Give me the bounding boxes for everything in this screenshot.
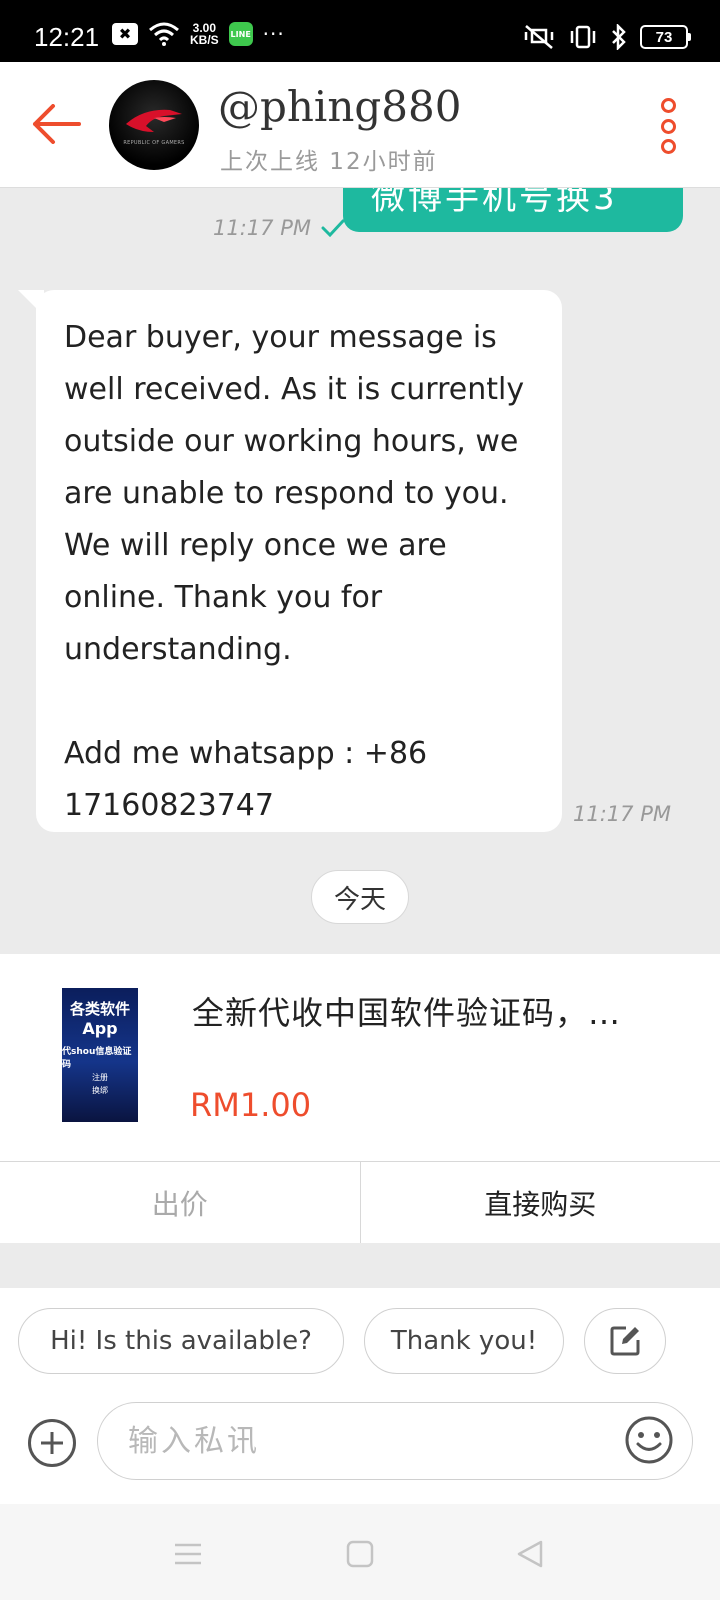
home-button[interactable] [344, 1538, 376, 1570]
product-image-line3: 代shou信息验证码 [62, 1047, 132, 1070]
battery-icon: 73 [640, 25, 691, 49]
chat-messages[interactable]: 微博手机号换3 11:17 PM Dear buyer, your messag… [0, 188, 720, 954]
vibrate-icon [570, 25, 596, 49]
last-seen-status: 上次上线 12小时前 [220, 149, 438, 175]
product-image-line5: 换绑 [92, 1086, 108, 1095]
rog-logo-icon [126, 109, 182, 132]
status-time: 12:21 [34, 22, 100, 52]
more-options-button[interactable] [656, 98, 680, 154]
product-image-line4: 注册 [92, 1073, 108, 1082]
menu-icon [175, 1543, 201, 1565]
sent-message-bubble[interactable]: 微博手机号换3 [343, 188, 683, 232]
arrow-left-icon [33, 104, 81, 144]
product-image[interactable]: 各类软件 App 代shou信息验证码 注册 换绑 [62, 988, 138, 1122]
product-price: RM1.00 [190, 1086, 312, 1124]
emoji-icon[interactable] [624, 1415, 674, 1465]
chat-header: REPUBLIC OF GAMERS @phing880 上次上线 12小时前 [0, 62, 720, 188]
back-button[interactable] [30, 100, 82, 148]
mute-vibrate-icon [524, 25, 554, 49]
menu-dot-icon [660, 139, 676, 154]
edit-quick-replies-button[interactable] [584, 1308, 666, 1374]
message-input[interactable] [97, 1402, 693, 1480]
line-app-icon: LINE [228, 22, 253, 46]
product-image-line1: 各类软件 [69, 1000, 130, 1018]
network-speed-unit: KB/S [190, 33, 219, 47]
date-divider: 今天 [311, 870, 409, 924]
add-attachment-button[interactable] [28, 1419, 76, 1467]
make-offer-button[interactable]: 出价 [0, 1162, 361, 1243]
menu-dot-icon [660, 118, 676, 134]
network-speed: 3.00 KB/S [190, 22, 219, 46]
status-left-icons: ✖ 3.00 KB/S LINE ··· [112, 22, 285, 46]
recent-apps-button[interactable] [172, 1538, 204, 1570]
chat-username[interactable]: @phing880 [218, 82, 461, 131]
sent-message-text: 微博手机号换3 [371, 188, 618, 218]
avatar[interactable]: REPUBLIC OF GAMERS [109, 80, 199, 170]
checkmark-icon [321, 219, 345, 237]
triangle-back-icon [517, 1540, 543, 1568]
sent-message-meta: 11:17 PM [213, 216, 345, 240]
quick-reply-thank-you[interactable]: Thank you! [364, 1308, 564, 1374]
quick-reply-available[interactable]: Hi! Is this available? [18, 1308, 344, 1374]
product-actions: 出价 直接购买 [0, 1161, 720, 1243]
buy-now-button[interactable]: 直接购买 [361, 1162, 720, 1243]
system-navigation-bar [0, 1504, 720, 1600]
product-image-line2: App [82, 1019, 118, 1038]
plus-icon [41, 1432, 63, 1454]
square-icon [346, 1540, 374, 1568]
battery-level: 73 [655, 28, 673, 46]
status-right-icons: 73 [522, 24, 691, 50]
notification-icon: ✖ [112, 23, 138, 45]
message-composer [0, 1398, 720, 1504]
menu-dot-icon [660, 98, 676, 113]
system-back-button[interactable] [514, 1538, 546, 1570]
received-message-time: 11:17 PM [573, 802, 671, 826]
quick-replies: Hi! Is this available? Thank you! [0, 1288, 720, 1398]
received-message-bubble[interactable]: Dear buyer, your message is well receive… [36, 290, 562, 832]
product-title[interactable]: 全新代收中国软件验证码，… [192, 988, 662, 1034]
received-message-text: Dear buyer, your message is well receive… [64, 320, 525, 823]
avatar-brand-text: REPUBLIC OF GAMERS [123, 140, 185, 146]
product-card[interactable]: 各类软件 App 代shou信息验证码 注册 换绑 全新代收中国软件验证码，… … [0, 954, 720, 1161]
status-bar: 12:21 ✖ 3.00 KB/S LINE ··· 73 [0, 0, 720, 62]
more-notifications-icon: ··· [262, 22, 285, 46]
wifi-icon [149, 22, 179, 46]
edit-icon [610, 1326, 640, 1356]
sent-message-time: 11:17 PM [213, 216, 311, 240]
bluetooth-icon [612, 24, 626, 50]
